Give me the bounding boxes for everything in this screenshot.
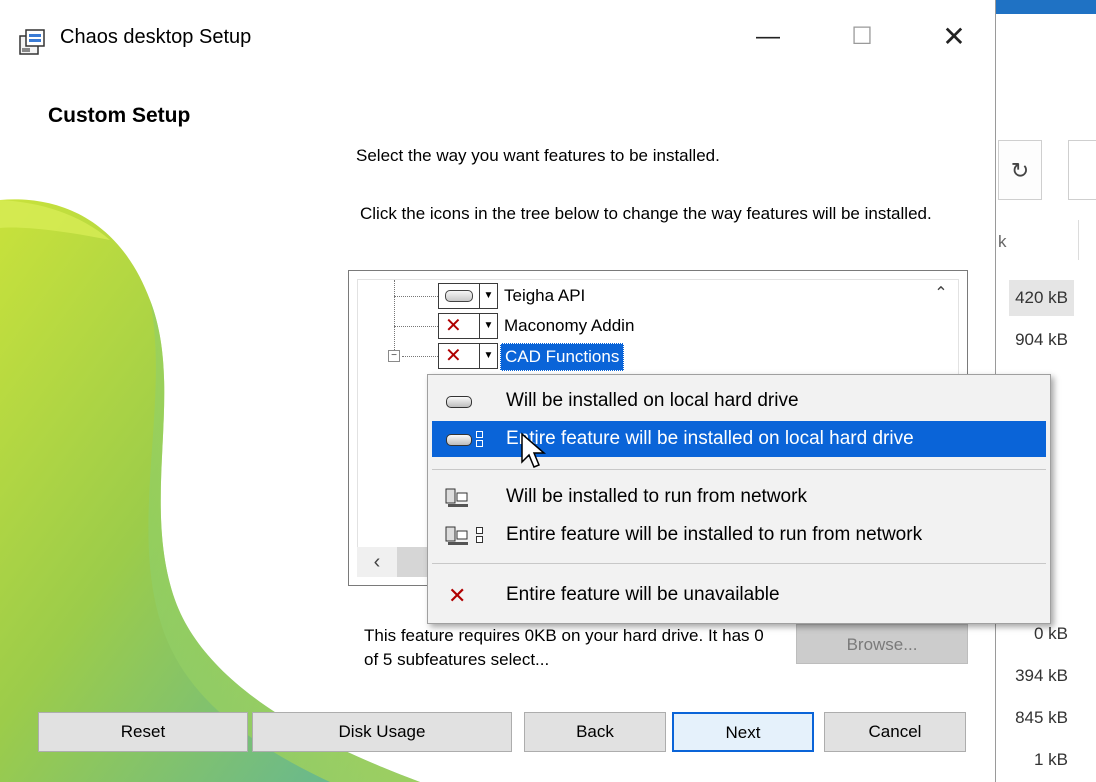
back-button[interactable]: Back: [524, 712, 666, 752]
file-size[interactable]: 394 kB: [1015, 666, 1068, 686]
menu-item-local-drive[interactable]: Will be installed on local hard drive: [432, 383, 1046, 419]
refresh-button[interactable]: ↻: [998, 140, 1042, 200]
file-size[interactable]: 0 kB: [1034, 624, 1068, 644]
chevron-up-icon: ⌃: [934, 285, 948, 302]
menu-separator: [432, 563, 1046, 564]
mouse-cursor-icon: [521, 432, 547, 468]
menu-item-entire-network[interactable]: Entire feature will be installed to run …: [432, 517, 1046, 553]
menu-item-label: Entire feature will be installed to run …: [506, 524, 923, 545]
tree-collapse-toggle[interactable]: −: [388, 350, 400, 362]
column-header-partial[interactable]: k: [998, 232, 1007, 252]
background-titlebar: [996, 0, 1096, 78]
browse-button[interactable]: Browse...: [796, 624, 968, 664]
feature-label[interactable]: Maconomy Addin: [500, 313, 638, 339]
chevron-left-icon: ‹: [373, 551, 381, 573]
menu-item-unavailable[interactable]: ✕ Entire feature will be unavailable: [432, 577, 1046, 613]
unavailable-x-icon: ✕: [448, 583, 467, 608]
instruction-text-tree: Click the icons in the tree below to cha…: [360, 204, 932, 223]
close-button[interactable]: ✕: [924, 12, 984, 62]
reset-button[interactable]: Reset: [38, 712, 248, 752]
menu-item-network[interactable]: Will be installed to run from network: [432, 479, 1046, 515]
window-title: Chaos desktop Setup: [60, 26, 252, 48]
disk-usage-button[interactable]: Disk Usage: [252, 712, 512, 752]
feature-description: This feature requires 0KB on your hard d…: [364, 626, 764, 669]
menu-item-label: Entire feature will be unavailable: [506, 584, 780, 605]
scroll-left-button[interactable]: ‹: [357, 547, 397, 577]
installer-app-icon: [19, 29, 45, 55]
cancel-button[interactable]: Cancel: [824, 712, 966, 752]
column-separator[interactable]: [1078, 220, 1079, 260]
maximize-button[interactable]: ☐: [832, 12, 892, 62]
file-size[interactable]: 904 kB: [1015, 330, 1068, 350]
feature-state-button[interactable]: ▼: [438, 283, 498, 309]
titlebar: Chaos desktop Setup — ☐ ✕: [0, 0, 995, 80]
maximize-icon: ☐: [851, 23, 873, 50]
tree-connector: [394, 280, 395, 360]
network-icon: [442, 487, 502, 509]
hard-drive-icon: [445, 290, 473, 302]
chevron-down-icon: ▼: [479, 314, 497, 338]
file-size[interactable]: 1 kB: [1034, 750, 1068, 770]
menu-item-label: Will be installed to run from network: [506, 486, 807, 507]
tree-connector: [394, 326, 438, 327]
minimize-icon: —: [756, 23, 780, 50]
feature-state-button[interactable]: ✕ ▼: [438, 313, 498, 339]
minimize-button[interactable]: —: [738, 12, 798, 62]
file-size[interactable]: 845 kB: [1015, 708, 1068, 728]
hard-drive-entire-icon: [442, 429, 502, 451]
network-entire-icon: [442, 525, 502, 547]
unavailable-x-icon: ✕: [445, 345, 462, 367]
page-heading: Custom Setup: [48, 104, 191, 127]
feature-label[interactable]: Teigha API: [500, 283, 589, 309]
scroll-up-button[interactable]: ⌃: [923, 279, 959, 309]
background-titlebar-accent: [996, 0, 1096, 14]
chevron-down-icon: ▼: [479, 344, 497, 368]
file-size[interactable]: 420 kB: [1009, 280, 1074, 316]
close-icon: ✕: [942, 21, 966, 52]
feature-state-button[interactable]: ✕ ▼: [438, 343, 498, 369]
instruction-text: Select the way you want features to be i…: [356, 146, 720, 165]
unavailable-x-icon: ✕: [445, 315, 462, 337]
feature-label-selected[interactable]: CAD Functions: [500, 343, 625, 371]
tree-connector: [394, 296, 438, 297]
next-button[interactable]: Next: [672, 712, 814, 752]
search-box[interactable]: [1068, 140, 1096, 200]
feature-install-menu: Will be installed on local hard drive En…: [427, 374, 1051, 624]
menu-item-label: Will be installed on local hard drive: [506, 390, 799, 411]
menu-item-label: Entire feature will be installed on loca…: [506, 428, 914, 449]
hard-drive-icon: [442, 391, 502, 413]
tree-connector: [402, 356, 438, 357]
refresh-icon: ↻: [1010, 158, 1030, 183]
chevron-down-icon: ▼: [479, 284, 497, 308]
